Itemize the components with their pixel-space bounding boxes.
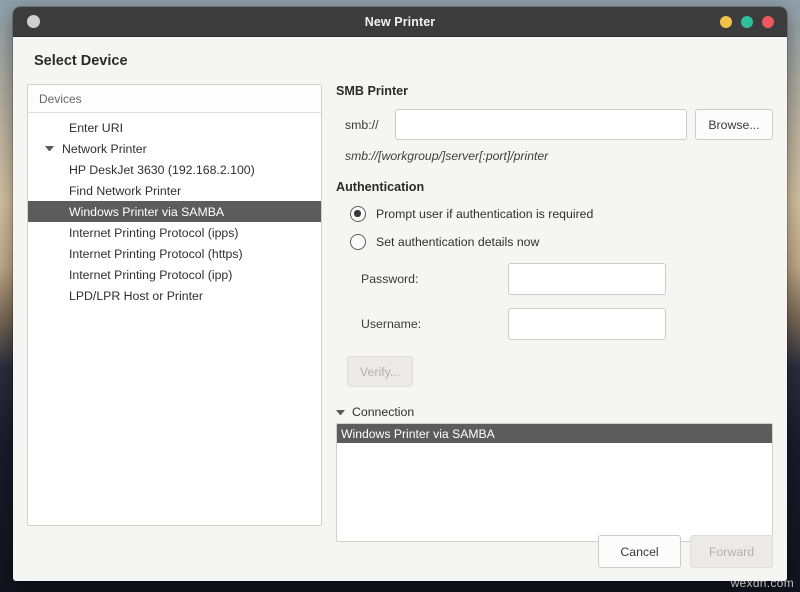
device-list-item[interactable]: Internet Printing Protocol (https) — [28, 243, 321, 264]
chevron-down-icon — [336, 410, 345, 415]
page-title: Select Device — [34, 53, 773, 69]
new-printer-window: New Printer Select Device Devices Enter … — [13, 7, 787, 581]
auth-option-set-now-label: Set authentication details now — [376, 235, 539, 249]
auth-option-prompt[interactable]: Prompt user if authentication is require… — [350, 206, 773, 222]
maximize-button[interactable] — [741, 16, 753, 28]
auth-option-set-now[interactable]: Set authentication details now — [350, 234, 773, 250]
device-list-item-label: Windows Printer via SAMBA — [69, 205, 224, 219]
password-field[interactable] — [508, 263, 666, 295]
device-list-item[interactable]: Find Network Printer — [28, 180, 321, 201]
dialog-footer: Cancel Forward — [598, 535, 773, 568]
verify-button: Verify... — [347, 356, 413, 387]
device-list-item[interactable]: LPD/LPR Host or Printer — [28, 285, 321, 306]
device-list-item[interactable]: HP DeskJet 3630 (192.168.2.100) — [28, 159, 321, 180]
device-list-item-label: Find Network Printer — [69, 184, 181, 198]
smb-printer-panel: SMB Printer smb:// Browse... smb://[work… — [336, 84, 773, 526]
auth-option-prompt-label: Prompt user if authentication is require… — [376, 207, 593, 221]
smb-uri-row: smb:// Browse... — [336, 109, 773, 140]
username-row: Username: — [336, 308, 773, 340]
close-button[interactable] — [762, 16, 774, 28]
smb-uri-input[interactable] — [395, 109, 687, 140]
device-list-item-label: LPD/LPR Host or Printer — [69, 289, 203, 303]
window-content: Select Device Devices Enter URI Network P… — [13, 37, 787, 581]
connection-list-item[interactable]: Windows Printer via SAMBA — [337, 424, 772, 443]
device-list-item-label: HP DeskJet 3630 (192.168.2.100) — [69, 163, 255, 177]
username-label: Username: — [336, 317, 508, 331]
devices-column-header: Devices — [28, 85, 321, 113]
cancel-button[interactable]: Cancel — [598, 535, 681, 568]
window-titlebar[interactable]: New Printer — [13, 7, 787, 37]
device-list-item-label: Internet Printing Protocol (ipp) — [69, 268, 232, 282]
smb-section-title: SMB Printer — [336, 84, 773, 98]
chevron-down-icon[interactable] — [45, 146, 54, 151]
password-label: Password: — [336, 272, 508, 286]
radio-set-now-icon[interactable] — [350, 234, 366, 250]
radio-prompt-icon[interactable] — [350, 206, 366, 222]
connection-list[interactable]: Windows Printer via SAMBA — [336, 423, 773, 542]
device-list-item-label: Network Printer — [62, 142, 147, 156]
window-title: New Printer — [13, 15, 787, 29]
device-list-item-label: Internet Printing Protocol (ipps) — [69, 226, 239, 240]
browse-button[interactable]: Browse... — [695, 109, 773, 140]
smb-uri-prefix-label: smb:// — [345, 118, 387, 132]
devices-panel: Devices Enter URI Network Printer HP DeskJ… — [27, 84, 322, 526]
devices-list[interactable]: Enter URI Network Printer HP DeskJet 3630 … — [28, 113, 321, 525]
connection-expander[interactable]: Connection — [336, 405, 773, 419]
connection-expander-label: Connection — [352, 405, 414, 419]
watermark: wexdn.com — [731, 576, 794, 590]
device-list-item-label: Enter URI — [69, 121, 123, 135]
device-list-item[interactable]: Internet Printing Protocol (ipp) — [28, 264, 321, 285]
device-list-item[interactable]: Windows Printer via SAMBA — [28, 201, 321, 222]
device-list-item[interactable]: Enter URI — [28, 117, 321, 138]
connection-list-item-label: Windows Printer via SAMBA — [341, 427, 495, 441]
minimize-button[interactable] — [720, 16, 732, 28]
main-columns: Devices Enter URI Network Printer HP DeskJ… — [27, 84, 773, 526]
device-list-item[interactable]: Internet Printing Protocol (ipps) — [28, 222, 321, 243]
username-field[interactable] — [508, 308, 666, 340]
device-list-item-label: Internet Printing Protocol (https) — [69, 247, 243, 261]
device-list-item[interactable]: Network Printer — [28, 138, 321, 159]
password-row: Password: — [336, 263, 773, 295]
desktop-background: New Printer Select Device Devices Enter … — [0, 0, 800, 592]
forward-button: Forward — [690, 535, 773, 568]
authentication-section-title: Authentication — [336, 180, 773, 194]
window-controls — [720, 16, 774, 28]
smb-uri-hint: smb://[workgroup/]server[:port]/printer — [345, 149, 773, 163]
